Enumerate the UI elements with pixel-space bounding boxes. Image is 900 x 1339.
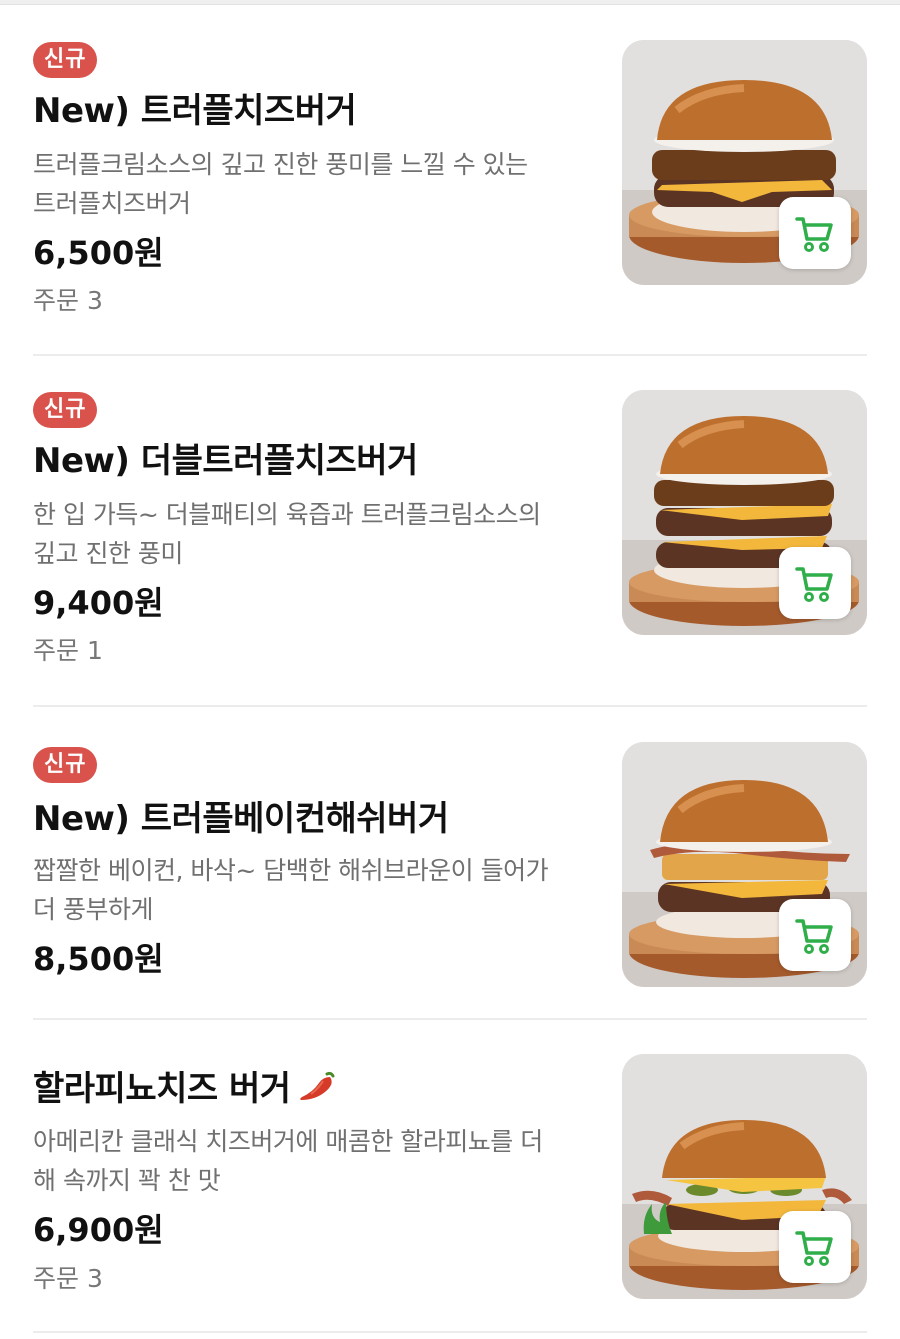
new-badge: 신규 xyxy=(33,42,98,78)
add-to-cart-button[interactable] xyxy=(779,547,851,619)
new-badge: 신규 xyxy=(33,392,98,428)
chili-pepper-icon xyxy=(299,1071,335,1100)
add-to-cart-button[interactable] xyxy=(779,899,851,971)
cart-icon xyxy=(795,567,833,602)
cart-icon xyxy=(795,217,833,252)
menu-list: 신규 New) 트러플치즈버거 트러플크림소스의 깊고 진한 풍미를 느낄 수 … xyxy=(0,5,900,1333)
menu-item[interactable]: 신규 New) 트러플베이컨해쉬버거 짭짤한 베이컨, 바삭~ 담백한 해쉬브라… xyxy=(33,707,867,1020)
add-to-cart-button[interactable] xyxy=(779,1211,851,1283)
order-count: 주문 3 xyxy=(33,1264,103,1293)
description-line: 짭짤한 베이컨, 바삭~ 담백한 해쉬브라운이 들어가 xyxy=(33,856,549,885)
menu-item[interactable]: 신규 New) 트러플치즈버거 트러플크림소스의 깊고 진한 풍미를 느낄 수 … xyxy=(33,5,867,356)
menu-item-name: 할라피뇨치즈 버거 xyxy=(33,1067,337,1111)
menu-item-price: 6,900원 xyxy=(33,1211,164,1249)
menu-item-description: 짭짤한 베이컨, 바삭~ 담백한 해쉬브라운이 들어가 더 풍부하게 xyxy=(33,851,593,929)
menu-item-name: New) 트러플베이컨해쉬버거 xyxy=(33,799,449,839)
menu-item-price: 6,500원 xyxy=(33,234,164,272)
menu-item[interactable]: 신규 New) 더블트러플치즈버거 한 입 가득~ 더블패티의 육즙과 트러플크… xyxy=(33,356,867,707)
order-count: 주문 1 xyxy=(33,636,103,665)
menu-item-description: 한 입 가득~ 더블패티의 육즙과 트러플크림소스의 깊고 진한 풍미 xyxy=(33,495,593,573)
menu-item-price: 8,500원 xyxy=(33,940,164,978)
description-line: 아메리칸 클래식 치즈버거에 매콤한 할라피뇨를 더 xyxy=(33,1127,543,1156)
menu-item-description: 트러플크림소스의 깊고 진한 풍미를 느낄 수 있는 트러플치즈버거 xyxy=(33,145,593,223)
menu-item-name-text: 할라피뇨치즈 버거 xyxy=(33,1069,291,1109)
menu-item-name: New) 트러플치즈버거 xyxy=(33,91,357,131)
menu-item-name: New) 더블트러플치즈버거 xyxy=(33,441,418,481)
menu-item-description: 아메리칸 클래식 치즈버거에 매콤한 할라피뇨를 더 해 속까지 꽉 찬 맛 xyxy=(33,1122,593,1200)
description-line: 해 속까지 꽉 찬 맛 xyxy=(33,1166,221,1195)
menu-item-image[interactable] xyxy=(622,40,867,285)
description-line: 트러플치즈버거 xyxy=(33,189,191,218)
description-line: 깊고 진한 풍미 xyxy=(33,539,183,568)
description-line: 한 입 가득~ 더블패티의 육즙과 트러플크림소스의 xyxy=(33,500,541,529)
add-to-cart-button[interactable] xyxy=(779,197,851,269)
description-line: 더 풍부하게 xyxy=(33,895,153,924)
menu-item-price: 9,400원 xyxy=(33,584,164,622)
menu-item-image[interactable] xyxy=(622,742,867,987)
order-count: 주문 3 xyxy=(33,286,103,315)
cart-icon xyxy=(795,1231,833,1266)
new-badge: 신규 xyxy=(33,747,98,783)
description-line: 트러플크림소스의 깊고 진한 풍미를 느낄 수 있는 xyxy=(33,150,528,179)
menu-item[interactable]: 할라피뇨치즈 버거 아메리칸 클래식 치즈버거에 매콤한 할라피뇨를 더 해 속… xyxy=(33,1020,867,1333)
menu-item-image[interactable] xyxy=(622,1054,867,1299)
menu-item-image[interactable] xyxy=(622,390,867,635)
cart-icon xyxy=(795,919,833,954)
